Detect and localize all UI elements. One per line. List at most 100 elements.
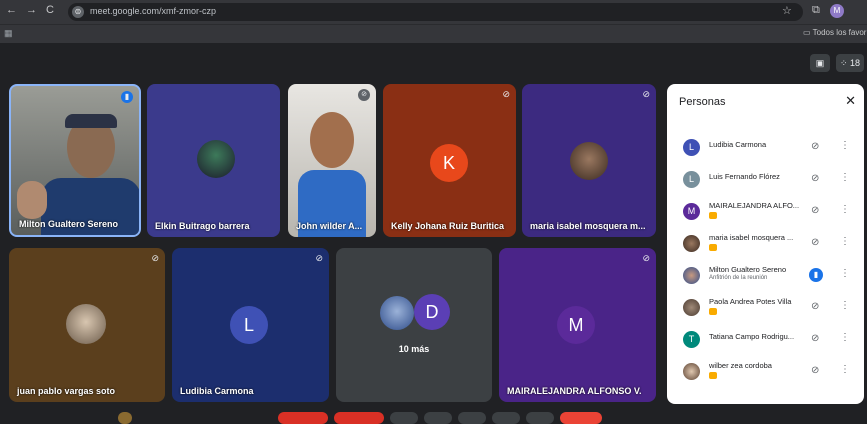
- badge-icon: [709, 212, 717, 219]
- mic-off-icon: ⊘: [151, 253, 159, 263]
- video-tile-john[interactable]: ⊘ John wilder A...: [288, 84, 376, 237]
- reload-icon[interactable]: C: [46, 4, 54, 16]
- participants-button[interactable]: ⁘ 18: [836, 54, 864, 72]
- speaking-indicator-icon: ▮: [121, 91, 133, 103]
- forward-icon[interactable]: →: [26, 4, 37, 16]
- reactions-button[interactable]: [424, 412, 452, 424]
- tile-name: Kelly Johana Ruiz Buritica: [391, 221, 505, 231]
- list-item[interactable]: T Tatiana Campo Rodrigu... ⊘ ⋮: [667, 324, 864, 356]
- more-options-icon[interactable]: ⋮: [840, 140, 850, 151]
- leave-call-button[interactable]: [560, 412, 602, 424]
- tile-name: Milton Gualtero Sereno: [19, 219, 119, 229]
- captions-button[interactable]: [390, 412, 418, 424]
- list-item[interactable]: L Ludibia Carmona ⊘ ⋮: [667, 132, 864, 164]
- present-button[interactable]: [458, 412, 486, 424]
- video-tile-juan[interactable]: ⊘ juan pablo vargas soto: [9, 248, 165, 402]
- mic-off-icon: ⊘: [811, 173, 820, 184]
- avatar: [570, 142, 608, 180]
- raise-hand-button[interactable]: [492, 412, 520, 424]
- video-tile-mairalejandra[interactable]: M ⊘ MAIRALEJANDRA ALFONSO V.: [499, 248, 656, 402]
- participant-count: 18: [850, 58, 861, 68]
- video-tile-ludibia[interactable]: L ⊘ Ludibia Carmona: [172, 248, 329, 402]
- video-tile-milton[interactable]: ▮ Milton Gualtero Sereno: [9, 84, 141, 237]
- video-tile-kelly[interactable]: K ⊘ Kelly Johana Ruiz Buritica: [383, 84, 516, 237]
- list-item[interactable]: M MAIRALEJANDRA ALFO... ⊘ ⋮: [667, 196, 864, 228]
- badge-icon: [709, 308, 717, 315]
- list-item[interactable]: L Luis Fernando Flórez ⊘ ⋮: [667, 164, 864, 196]
- back-icon[interactable]: ←: [6, 4, 17, 16]
- more-options-icon[interactable]: ⋮: [840, 268, 850, 279]
- camera-button[interactable]: [334, 412, 384, 424]
- mic-off-icon: ⊘: [642, 89, 650, 99]
- mic-off-icon: ⊘: [811, 333, 820, 344]
- self-view-avatar[interactable]: [118, 412, 132, 424]
- apps-grid-icon[interactable]: ▦: [4, 28, 13, 39]
- more-count-label: 10 más: [398, 344, 430, 354]
- tile-name: MAIRALEJANDRA ALFONSO V.: [507, 386, 642, 396]
- avatar: D: [414, 294, 450, 330]
- address-bar[interactable]: ⊜ meet.google.com/xmf-zmor-czp: [68, 3, 803, 21]
- person-name: MAIRALEJANDRA ALFO...: [709, 201, 800, 210]
- more-options-icon[interactable]: ⋮: [840, 172, 850, 183]
- more-options-icon[interactable]: ⋮: [840, 236, 850, 247]
- more-options-icon[interactable]: ⋮: [840, 364, 850, 375]
- mic-off-icon: ⊘: [811, 141, 820, 152]
- list-item[interactable]: Paola Andrea Potes Villa ⊘ ⋮: [667, 292, 864, 324]
- list-item[interactable]: Milton Gualtero Sereno Anfitrión de la r…: [667, 260, 864, 292]
- mic-off-icon: ⊘: [811, 301, 820, 312]
- avatar: T: [683, 331, 700, 348]
- video-tile-elkin[interactable]: Elkin Buitrago barrera: [147, 84, 280, 237]
- avatar: [380, 296, 414, 330]
- browser-toolbar: ← → C ⊜ meet.google.com/xmf-zmor-czp ☆ ⧉…: [0, 0, 867, 24]
- avatar: M: [557, 306, 595, 344]
- list-item[interactable]: wilber zea cordoba ⊘ ⋮: [667, 356, 864, 388]
- more-options-icon[interactable]: ⋮: [840, 332, 850, 343]
- tile-name: John wilder A...: [296, 221, 363, 231]
- more-options-icon[interactable]: ⋮: [840, 300, 850, 311]
- person-name: Milton Gualtero Sereno: [709, 265, 787, 274]
- avatar: [66, 304, 106, 344]
- person-name: Luis Fernando Flórez: [709, 172, 780, 181]
- more-options-icon[interactable]: ⋮: [840, 204, 850, 215]
- participant-video: [310, 112, 354, 168]
- participant-hand: [17, 181, 47, 219]
- badge-icon: [709, 372, 717, 379]
- close-icon[interactable]: ✕: [845, 93, 856, 109]
- url-text: meet.google.com/xmf-zmor-czp: [90, 6, 217, 16]
- avatar: K: [430, 144, 468, 182]
- tile-name: maria isabel mosquera m...: [530, 221, 646, 231]
- person-name: wilber zea cordoba: [709, 361, 772, 370]
- avatar: [683, 299, 700, 316]
- profile-avatar[interactable]: M: [830, 4, 844, 18]
- layout-icon[interactable]: ▣: [810, 54, 830, 72]
- bookmark-folder[interactable]: ▭ Todos los favoritos: [803, 28, 867, 37]
- tile-name: Ludibia Carmona: [180, 386, 254, 396]
- avatar: L: [683, 171, 700, 188]
- avatar: L: [683, 139, 700, 156]
- person-name: Paola Andrea Potes Villa: [709, 297, 792, 306]
- mic-off-icon: ⊘: [315, 253, 323, 263]
- tile-name: Elkin Buitrago barrera: [155, 221, 250, 231]
- person-name: maria isabel mosquera ...: [709, 233, 794, 242]
- video-tile-maria[interactable]: ⊘ maria isabel mosquera m...: [522, 84, 656, 237]
- site-info-icon[interactable]: ⊜: [72, 6, 84, 18]
- panel-title: Personas: [679, 96, 726, 108]
- bookmark-star-icon[interactable]: ☆: [782, 4, 792, 17]
- participant-cap: [65, 114, 117, 128]
- mic-off-icon: ⊘: [811, 205, 820, 216]
- more-participants-tile[interactable]: D 10 más: [336, 248, 492, 402]
- mic-off-icon: ⊘: [811, 237, 820, 248]
- bookmark-folder-label: Todos los favoritos: [812, 28, 867, 37]
- host-label: Anfitrión de la reunión: [709, 275, 768, 281]
- more-options-button[interactable]: [526, 412, 554, 424]
- extensions-icon[interactable]: ⧉: [812, 4, 820, 17]
- list-item[interactable]: maria isabel mosquera ... ⊘ ⋮: [667, 228, 864, 260]
- mic-off-icon: ⊘: [811, 365, 820, 376]
- avatar: [683, 235, 700, 252]
- mic-off-icon: ⊘: [642, 253, 650, 263]
- tile-name: juan pablo vargas soto: [17, 386, 116, 396]
- person-name: Ludibia Carmona: [709, 140, 767, 149]
- people-panel: Personas ✕ L Ludibia Carmona ⊘ ⋮ L Luis …: [667, 84, 864, 404]
- bookmarks-bar: ▦ ▭ Todos los favoritos: [0, 24, 867, 43]
- mic-button[interactable]: [278, 412, 328, 424]
